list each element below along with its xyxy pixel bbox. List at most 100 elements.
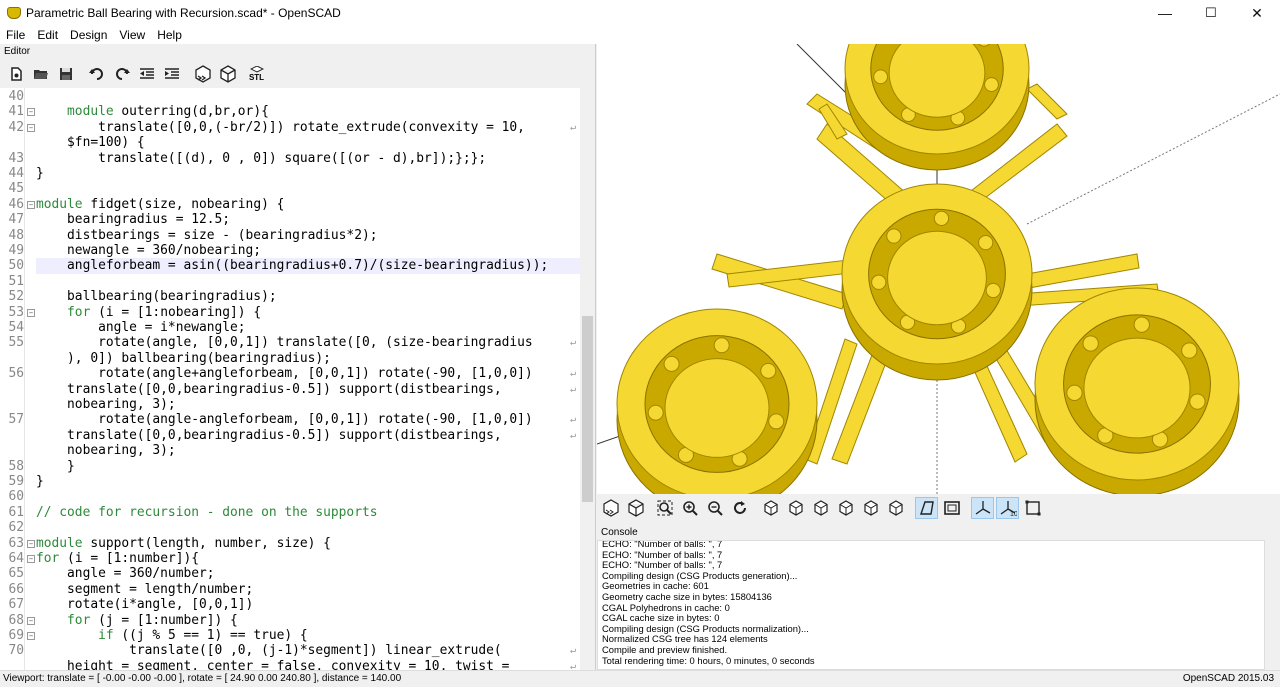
code-line[interactable]: translate([0,0,bearingradius-0.5]) suppo… [0,428,580,443]
code-line[interactable]: 53− for (i = [1:nobearing]) { [0,305,580,320]
menu-help[interactable]: Help [151,26,188,44]
code-text: translate([0,0,bearingradius-0.5]) suppo… [36,381,502,397]
code-line[interactable]: 66 segment = length/number; [0,582,580,597]
code-line[interactable]: 65 angle = 360/number; [0,566,580,581]
line-number: 61 [8,504,24,520]
code-line[interactable]: 63− module support(length, number, size) … [0,536,580,551]
code-line[interactable]: 43 translate([(d), 0 , 0]) square([(or -… [0,151,580,166]
code-line[interactable]: $fn=100) { [0,135,580,150]
render-icon[interactable] [624,497,647,519]
fold-marker-icon[interactable]: − [27,555,35,563]
fold-marker-icon[interactable]: − [27,308,35,317]
show-axes-icon[interactable] [971,497,994,519]
code-line[interactable]: 64− for (i = [1:number]){ [0,551,580,566]
code-line[interactable]: 60 [0,489,580,504]
line-number: 59 [8,474,24,489]
code-line[interactable]: 42− translate([0,0,(-br/2)]) rotate_extr… [0,120,580,135]
code-line[interactable]: 58 } [0,459,580,474]
fold-marker-icon[interactable]: − [27,108,35,117]
redo-icon[interactable] [110,63,133,85]
3d-viewport[interactable] [597,44,1280,494]
fold-marker-icon[interactable]: − [27,200,35,209]
code-line[interactable]: nobearing, 3); [0,443,580,458]
maximize-button[interactable]: ☐ [1188,0,1234,26]
line-number: 49 [8,243,24,258]
code-text: } [36,474,44,489]
menu-design[interactable]: Design [64,26,113,44]
code-line[interactable]: ), 0]) ballbearing(bearingradius); [0,351,580,366]
view-top-icon[interactable] [784,497,807,519]
code-text: distbearings = size - (bearingradius*2); [36,227,378,243]
code-line[interactable]: nobearing, 3); [0,397,580,412]
zoom-out-icon[interactable] [703,497,726,519]
orthogonal-icon[interactable] [940,497,963,519]
bearing-top [844,44,1030,171]
line-number: 43 [8,150,24,166]
code-line[interactable]: 45 [0,181,580,196]
perspective-icon[interactable] [915,497,938,519]
preview-icon[interactable] [599,497,622,519]
console-output[interactable]: ECHO: "Number of balls: ", 7 ECHO: "Numbe… [597,540,1265,670]
code-line[interactable]: 70 translate([0 ,0, (j-1)*segment]) line… [0,643,580,658]
render-icon[interactable] [216,63,239,85]
new-icon[interactable] [4,63,27,85]
view-back-icon[interactable] [884,497,907,519]
view-left-icon[interactable] [834,497,857,519]
undo-icon[interactable] [85,63,108,85]
code-line[interactable]: 69− if ((j % 5 == 1) == true) { [0,628,580,643]
code-line[interactable]: 48 distbearings = size - (bearingradius*… [0,228,580,243]
view-right-icon[interactable] [759,497,782,519]
code-line[interactable]: 54 angle = i*newangle; [0,320,580,335]
editor-scrollbar[interactable] [580,88,595,670]
code-line[interactable]: 40 [0,89,580,104]
reset-view-icon[interactable] [728,497,751,519]
line-number: 45 [8,181,24,197]
zoom-all-icon[interactable] [653,497,676,519]
export-stl-icon[interactable]: STL [245,63,268,85]
code-line[interactable]: 61 // code for recursion - done on the su… [0,505,580,520]
close-button[interactable]: ✕ [1234,0,1280,26]
code-line[interactable]: 62 [0,520,580,535]
code-line[interactable]: 67 rotate(i*angle, [0,0,1]) [0,597,580,612]
code-editor[interactable]: 40 41− module outerring(d,br,or){42− tran… [0,88,580,670]
code-text: ballbearing(bearingradius); [36,289,277,305]
line-number: 46 [8,196,24,212]
menu-edit[interactable]: Edit [31,26,64,44]
wrap-indicator-icon: ↵ [570,414,577,426]
fold-marker-icon[interactable]: − [27,539,35,548]
code-line[interactable]: 41− module outerring(d,br,or){ [0,104,580,119]
console-scrollbar[interactable] [1265,540,1280,670]
zoom-in-icon[interactable] [678,497,701,519]
code-line[interactable]: 68− for (j = [1:number]) { [0,613,580,628]
code-text: rotate(angle-angleforbeam, [0,0,1]) rota… [36,412,533,428]
fold-marker-icon[interactable]: − [27,616,35,625]
save-icon[interactable] [54,63,77,85]
fold-marker-icon[interactable]: − [27,123,35,132]
code-line[interactable]: 52 ballbearing(bearingradius); [0,289,580,304]
editor-scrollbar-thumb[interactable] [582,316,593,502]
code-line[interactable]: 44} [0,166,580,181]
code-line[interactable]: 55 rotate(angle, [0,0,1]) translate([0, … [0,335,580,350]
view-front-icon[interactable] [859,497,882,519]
code-line[interactable]: translate([0,0,bearingradius-0.5]) suppo… [0,382,580,397]
preview-icon[interactable] [191,63,214,85]
fold-marker-icon[interactable]: − [27,632,35,640]
code-line[interactable]: 46− module fidget(size, nobearing) { [0,197,580,212]
indent-icon[interactable] [160,63,183,85]
code-line[interactable]: height = segment, center = false, convex… [0,659,580,670]
code-line[interactable]: 56 rotate(angle+angleforbeam, [0,0,1]) r… [0,366,580,381]
menu-file[interactable]: File [0,26,31,44]
code-line[interactable]: 57 rotate(angle-angleforbeam, [0,0,1]) r… [0,412,580,427]
code-line[interactable]: 50 angleforbeam = asin((bearingradius+0.… [0,258,580,273]
show-scale-markers-icon[interactable]: 10 [996,497,1019,519]
menu-view[interactable]: View [113,26,151,44]
show-edges-icon[interactable] [1021,497,1044,519]
view-bottom-icon[interactable] [809,497,832,519]
code-line[interactable]: 51 [0,274,580,289]
minimize-button[interactable]: — [1142,0,1188,26]
open-icon[interactable] [29,63,52,85]
unindent-icon[interactable] [135,63,158,85]
code-line[interactable]: 47 bearingradius = 12.5; [0,212,580,227]
code-line[interactable]: 49 newangle = 360/nobearing; [0,243,580,258]
code-line[interactable]: 59} [0,474,580,489]
